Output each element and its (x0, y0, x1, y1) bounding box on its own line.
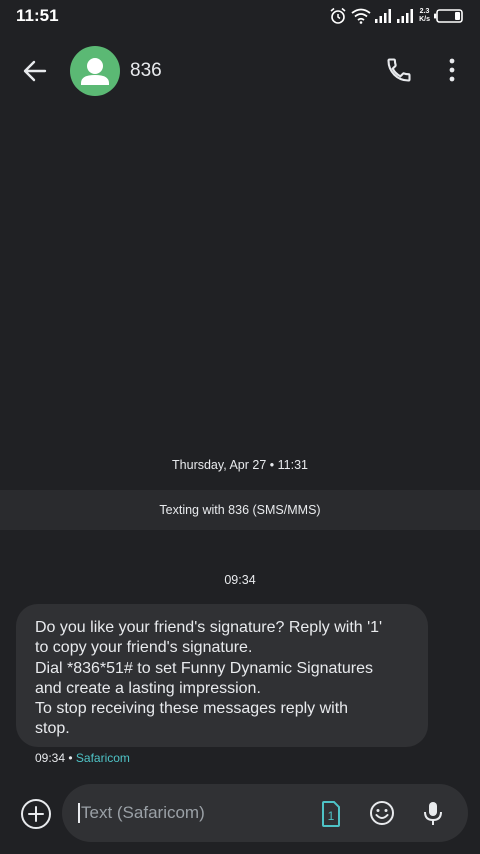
alarm-icon (330, 7, 346, 24)
message-bubble[interactable]: Do you like your friend's signature? Rep… (16, 604, 428, 747)
microphone-icon[interactable] (420, 799, 446, 827)
texting-banner: Texting with 836 (SMS/MMS) (0, 490, 480, 530)
message-meta-carrier: Safaricom (75, 751, 130, 765)
battery-icon (434, 9, 463, 23)
compose-bar: Text (Safaricom) 1 (62, 784, 468, 842)
back-arrow-icon[interactable] (20, 56, 50, 86)
status-time: 11:51 (16, 6, 59, 25)
sim-select-button[interactable]: 1 (318, 800, 342, 828)
signal-icon (375, 9, 392, 23)
sim-card-icon: 1 (322, 801, 340, 827)
signal-icon (397, 9, 414, 23)
wifi-icon (351, 8, 371, 24)
add-icon[interactable] (20, 798, 52, 830)
status-icons: 2.3 K/s (329, 7, 464, 25)
date-separator: Thursday, Apr 27 • 11:31 (172, 458, 308, 472)
contact-name[interactable]: 836 (130, 60, 162, 82)
network-speed: 2.3 K/s (419, 8, 430, 24)
network-speed-unit: K/s (419, 16, 430, 23)
message-meta-separator: • (65, 751, 76, 765)
network-speed-value: 2.3 (419, 8, 430, 15)
status-bar: 11:51 2.3 K/s (0, 0, 480, 32)
message-timestamp: 09:34 (224, 573, 256, 587)
person-icon (81, 58, 109, 85)
app-bar: 836 (0, 40, 480, 100)
message-meta: 09:34 • Safaricom (35, 751, 130, 765)
sim-number: 1 (328, 809, 335, 823)
message-text: Do you like your friend's signature? Rep… (35, 619, 383, 738)
avatar[interactable] (70, 46, 120, 96)
message-meta-time: 09:34 (35, 751, 66, 765)
emoji-icon[interactable] (368, 799, 396, 827)
more-vert-icon[interactable] (440, 56, 464, 84)
texting-banner-text: Texting with 836 (SMS/MMS) (159, 503, 321, 517)
phone-icon[interactable] (385, 56, 413, 84)
message-input[interactable]: Text (Safaricom) (78, 803, 205, 823)
